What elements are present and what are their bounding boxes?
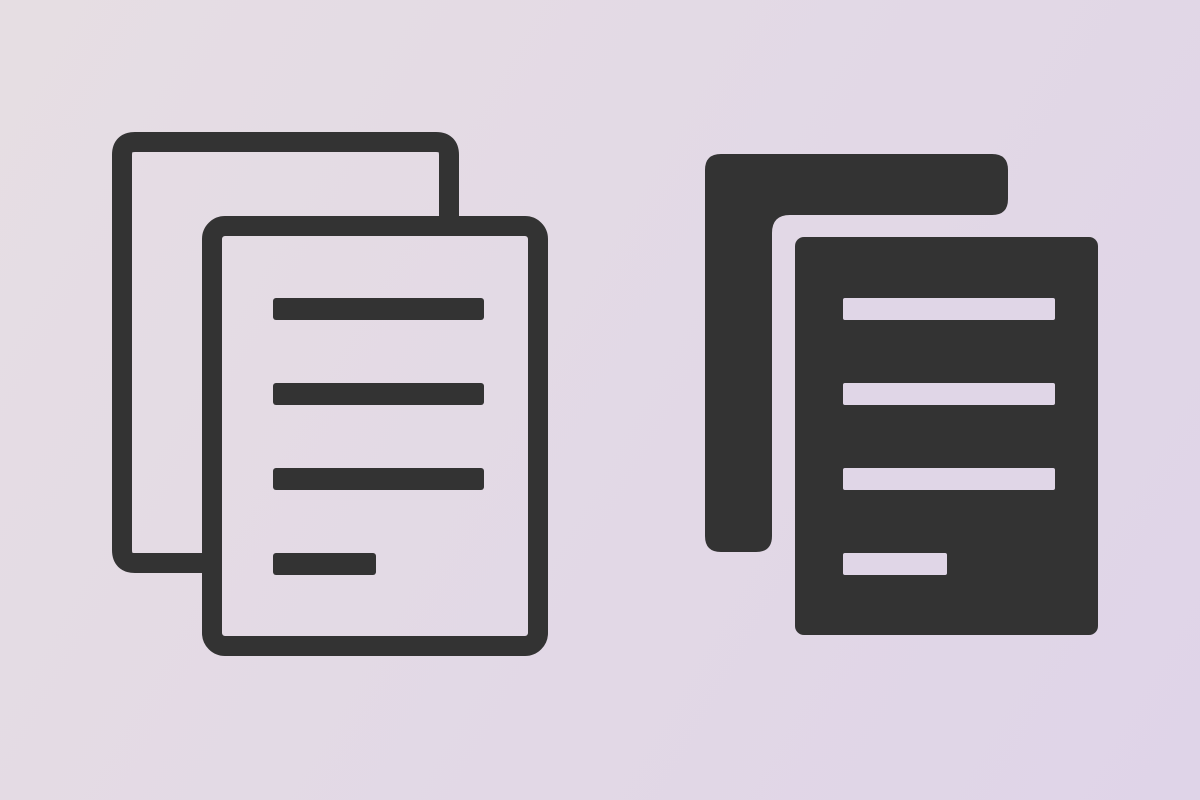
text-line	[273, 298, 484, 320]
text-line-short	[273, 553, 376, 575]
icon-showcase-canvas	[0, 0, 1200, 800]
front-sheet-filled	[795, 237, 1098, 635]
copy-filled-icon	[705, 154, 1098, 635]
text-lines-outline	[273, 298, 484, 575]
text-line	[843, 298, 1055, 320]
back-sheet-outline	[112, 132, 459, 573]
front-sheet-outline	[202, 216, 548, 656]
text-line	[843, 383, 1055, 405]
text-line	[273, 468, 484, 490]
text-line-short	[843, 553, 947, 575]
text-line	[273, 383, 484, 405]
copy-outline-icon	[112, 132, 548, 656]
text-line	[843, 468, 1055, 490]
